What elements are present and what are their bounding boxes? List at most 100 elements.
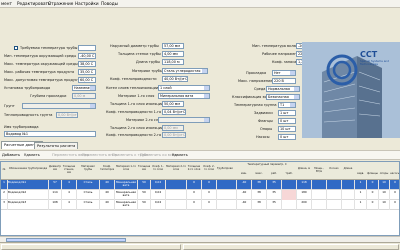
layers-label: Котел слоев теплоизоляции — [106, 86, 159, 90]
cell-name: Водовод №3 — [8, 200, 49, 210]
length-field[interactable]: 118,00 м — [162, 59, 184, 65]
tab-strip: Расчетные данные Результаты расчета — [0, 141, 400, 150]
cell-supports: 10 — [379, 190, 390, 200]
cell-tmax: 38 — [252, 190, 267, 200]
cell-cond2: 0 — [202, 190, 217, 200]
col-header: Кол-во — [329, 167, 339, 170]
max-temp-field[interactable]: 38,00 С — [78, 61, 96, 67]
cell-treq — [282, 190, 297, 200]
supports-field[interactable]: 10 шт — [278, 126, 296, 132]
cell-no: 1 — [1, 180, 8, 190]
thickness2-field[interactable]: 0,00 мм — [162, 125, 184, 131]
diameter-field[interactable]: 57,00 мм — [162, 43, 184, 49]
cell-tmin: -40 — [237, 200, 252, 210]
thickness2-label: Толщина 2-го слоя изоляции — [110, 126, 164, 130]
cell-qty — [327, 180, 342, 190]
table-row[interactable]: 3 Водовод №3 108 4 Сталь 40 Минеральная … — [1, 200, 399, 210]
cell-treq — [282, 180, 297, 190]
pumps-field[interactable]: 0 шт — [278, 134, 296, 140]
cell-no: 3 — [1, 200, 8, 210]
valves-label: Задвижки — [254, 111, 273, 115]
cell-power — [312, 200, 327, 210]
cell-cond: 40 — [100, 190, 115, 200]
required-temp-label: Требуемая температура трубы — [20, 46, 78, 50]
status-bar — [0, 242, 400, 250]
table-row[interactable]: 1 Водовод №1 57 4 Сталь 40 Минеральная в… — [1, 180, 399, 190]
cell-cond1: 0,04 — [151, 200, 166, 210]
max-product-temp-field[interactable]: 35,00 С — [78, 69, 96, 75]
cell-material: Сталь — [77, 200, 100, 210]
add-button[interactable]: Добавить — [2, 153, 20, 157]
col-header: опоры — [379, 172, 389, 175]
col-header: Толщина 2-го слоя — [187, 165, 201, 171]
install-type-select[interactable]: Наземная — [72, 85, 96, 91]
tab-results[interactable]: Результаты расчета — [34, 142, 79, 149]
col-header: макс. — [255, 172, 263, 175]
cond1-label: Коэф. теплопроводности 1-го слоя — [106, 110, 171, 114]
menu-edit[interactable]: Редактировать — [17, 1, 50, 6]
conductivity-field[interactable]: 40,00 Вт/(м·С) — [162, 76, 188, 82]
zone-select[interactable]: Безопасная — [266, 94, 300, 100]
cell-qty — [327, 200, 342, 210]
thickness1-label: Толщина 1-го слоя изоляции — [110, 102, 164, 106]
cell-flanges: 0 — [367, 200, 379, 210]
delete-button[interactable]: Удалить — [24, 153, 40, 157]
pipeline-grid: № Обозначение трубопровода Диаметр, мм Т… — [0, 161, 400, 236]
environment-select[interactable]: Нормальная — [266, 86, 300, 92]
col-header-group: Температурный параметр, С — [247, 163, 287, 166]
cell-length: 118 — [297, 180, 312, 190]
menu-reflection[interactable]: Отражение — [48, 1, 73, 6]
material-select[interactable]: Сталь углеродистая — [162, 68, 208, 74]
cond1-field[interactable]: 0,04 Вт/(м·С) — [162, 109, 186, 115]
logo-letters: ССТ — [360, 50, 378, 59]
cell-wall: 4 — [62, 200, 77, 210]
depth-field[interactable]: 0,00 м — [72, 93, 96, 99]
valves-field[interactable]: 1 шт — [278, 110, 296, 116]
drawing-select[interactable]: Нет — [272, 70, 296, 76]
ins-material-select[interactable]: Минеральная вата — [158, 93, 210, 99]
wall-field[interactable]: 4,00 мм — [162, 51, 184, 57]
cell-twork: 35 — [267, 190, 282, 200]
cond2-field[interactable]: 0,00 Вт/(м·С) — [162, 132, 186, 138]
cell-cond2: 0 — [202, 180, 217, 190]
cell-cond1: 0,04 — [151, 190, 166, 200]
cell-name: Водовод №1 — [8, 180, 49, 190]
col-header: № — [2, 168, 6, 171]
thickness1-field[interactable]: 50,00 мм — [162, 101, 184, 107]
menu-help[interactable]: Поводы — [101, 1, 118, 6]
col-header: Длина, м — [297, 167, 311, 170]
cell-insulation: Минеральная вата — [115, 190, 138, 200]
min-temp-field[interactable]: -40,00 С — [78, 53, 96, 59]
max-allowed-temp-field[interactable]: 60,00 С — [78, 77, 96, 83]
max-voltage-field[interactable]: 220 В — [272, 78, 296, 84]
cell-length: 200 — [297, 200, 312, 210]
material2-label: Материал 2-го слоя — [126, 118, 163, 122]
col-header: мин. — [240, 172, 248, 175]
menu-file[interactable]: мент — [1, 1, 12, 6]
required-temp-checkbox[interactable] — [14, 46, 18, 50]
col-header: Мощн., Вт/м — [314, 167, 324, 173]
flanges-field[interactable]: 0 шт — [278, 118, 296, 124]
col-header: Диаметр, мм — [49, 165, 61, 171]
cell-supports: 10 — [379, 200, 390, 210]
col-header: Коэф. 2-го слоя — [203, 165, 215, 171]
table-row[interactable]: 2 Водовод №2 114 4 Сталь 40 Минеральная … — [1, 190, 399, 200]
remove-button[interactable]: Удалить — [172, 153, 188, 157]
cell-diameter: 57 — [49, 180, 62, 190]
soil-cond-field[interactable]: 0,00 Вт/(м·С) — [56, 112, 78, 118]
cell-tmax: 38 — [252, 200, 267, 210]
cell-cond: 40 — [100, 180, 115, 190]
logo-caption: Special Systems and Technologies — [360, 59, 390, 67]
required-temp-field[interactable] — [78, 45, 96, 51]
pipeline-name-field[interactable]: Водовод №1 — [4, 131, 96, 137]
name-label: Имя трубопровода — [4, 125, 39, 129]
ground-select[interactable] — [22, 103, 96, 109]
layers-select[interactable]: 1 слой — [158, 85, 210, 91]
cell-material2 — [166, 200, 187, 210]
max-product-temp-label: Макс. рабочая температура продукта — [4, 70, 75, 74]
temp-group-select[interactable]: T1 — [278, 102, 296, 108]
menu-settings[interactable]: Настройки — [75, 1, 99, 6]
material2-select[interactable] — [158, 117, 210, 123]
cell-pipe — [217, 200, 237, 210]
cell-twork: 35 — [267, 200, 282, 210]
